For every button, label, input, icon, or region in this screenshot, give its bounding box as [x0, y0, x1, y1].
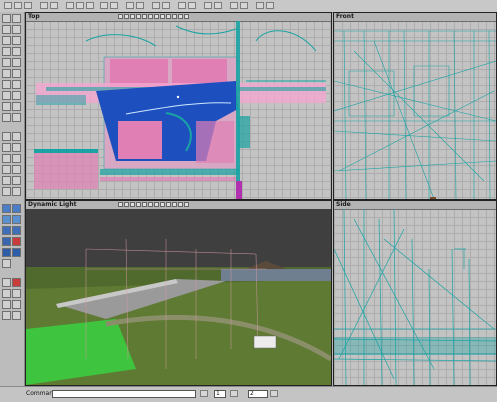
- environment-tool-icon[interactable]: [12, 289, 21, 298]
- join-tool-icon[interactable]: [2, 91, 11, 100]
- measure-tool-icon[interactable]: [12, 113, 21, 122]
- side-elevation-drawing: [334, 209, 496, 385]
- help-icon[interactable]: [266, 2, 274, 9]
- layers-icon[interactable]: [256, 2, 264, 9]
- polyline-tool-icon[interactable]: [2, 25, 11, 34]
- texture-tool-icon[interactable]: [2, 300, 11, 309]
- patch-tool-icon[interactable]: [12, 154, 21, 163]
- side-viewport[interactable]: Side: [333, 200, 497, 386]
- command-bar: Command: 1 2: [0, 386, 497, 402]
- triangle-tool-icon[interactable]: [2, 102, 11, 111]
- number-field[interactable]: 2: [248, 390, 268, 398]
- point-tool-icon[interactable]: [2, 14, 11, 23]
- group-tool-icon[interactable]: [2, 237, 11, 246]
- mesh-tool-icon[interactable]: [2, 204, 11, 213]
- command-history-icon[interactable]: [200, 390, 208, 397]
- surface-tool-icon[interactable]: [2, 132, 11, 141]
- sweep-tool-icon[interactable]: [2, 143, 11, 152]
- render-icon[interactable]: [204, 2, 212, 9]
- material-icon[interactable]: [188, 2, 196, 9]
- tool-palette: [0, 12, 25, 386]
- snap-toggle-icon[interactable]: [230, 390, 238, 397]
- properties-tool-icon[interactable]: [12, 248, 21, 257]
- top-plan-drawing: [34, 21, 326, 199]
- fillet-tool-icon[interactable]: [2, 69, 11, 78]
- command-input[interactable]: [52, 390, 196, 398]
- open-file-icon[interactable]: [14, 2, 22, 9]
- sphere-tool-icon[interactable]: [12, 176, 21, 185]
- trim-tool-icon[interactable]: [12, 69, 21, 78]
- animation-tool-icon[interactable]: [12, 300, 21, 309]
- box-tool-icon[interactable]: [2, 176, 11, 185]
- undo-icon[interactable]: [40, 2, 48, 9]
- confirm-icon[interactable]: [270, 390, 278, 397]
- curve-tool-icon[interactable]: [12, 25, 21, 34]
- new-file-icon[interactable]: [4, 2, 12, 9]
- light-tool-icon[interactable]: [2, 278, 11, 287]
- dynamic-light-viewport-title: Dynamic Light: [28, 201, 77, 208]
- loft-tool-icon[interactable]: [12, 132, 21, 141]
- cone-tool-icon[interactable]: [2, 165, 11, 174]
- snap-icon[interactable]: [136, 2, 144, 9]
- save-file-icon[interactable]: [24, 2, 32, 9]
- line-tool-icon[interactable]: [12, 14, 21, 23]
- scale-icon[interactable]: [110, 2, 118, 9]
- explode-tool-icon[interactable]: [12, 91, 21, 100]
- zoom-icon[interactable]: [214, 2, 222, 9]
- grid-icon[interactable]: [126, 2, 134, 9]
- front-viewport-title: Front: [336, 13, 354, 20]
- top-viewport-controls[interactable]: [118, 14, 190, 20]
- dynamic-viewport-controls[interactable]: [118, 202, 190, 208]
- analyze-tool-icon[interactable]: [2, 248, 11, 257]
- lasso-icon[interactable]: [76, 2, 84, 9]
- extrude-tool-icon[interactable]: [2, 154, 11, 163]
- camera-tool-icon[interactable]: [2, 259, 11, 268]
- text-icon[interactable]: [152, 2, 160, 9]
- array-tool-icon[interactable]: [12, 215, 21, 224]
- copy-tool-icon[interactable]: [12, 226, 21, 235]
- orbit-icon[interactable]: [240, 2, 248, 9]
- top-viewport-title: Top: [28, 13, 40, 20]
- render-mesh-tool-icon[interactable]: [12, 204, 21, 213]
- circle-tool-icon[interactable]: [2, 36, 11, 45]
- offset-tool-icon[interactable]: [12, 80, 21, 89]
- spotlight-tool-icon[interactable]: [12, 278, 21, 287]
- move-icon[interactable]: [86, 2, 94, 9]
- dynamic-light-viewport[interactable]: Dynamic Light: [25, 200, 332, 386]
- plugin-tool-icon[interactable]: [12, 311, 21, 320]
- render-tool-icon[interactable]: [2, 289, 11, 298]
- pan-icon[interactable]: [230, 2, 238, 9]
- torus-tool-icon[interactable]: [2, 187, 11, 196]
- top-viewport[interactable]: Top: [25, 12, 332, 200]
- rendered-scene: [26, 209, 331, 385]
- pipe-tool-icon[interactable]: [12, 187, 21, 196]
- side-viewport-title: Side: [336, 201, 351, 208]
- light-icon[interactable]: [178, 2, 186, 9]
- cylinder-tool-icon[interactable]: [12, 165, 21, 174]
- mirror-tool-icon[interactable]: [2, 226, 11, 235]
- polygon-tool-icon[interactable]: [12, 47, 21, 56]
- spline-tool-icon[interactable]: [12, 58, 21, 67]
- redo-icon[interactable]: [50, 2, 58, 9]
- select-icon[interactable]: [66, 2, 74, 9]
- rectangle-tool-icon[interactable]: [2, 47, 11, 56]
- camera-icon[interactable]: [162, 2, 170, 9]
- extend-tool-icon[interactable]: [2, 80, 11, 89]
- triangle2-tool-icon[interactable]: [2, 113, 11, 122]
- ellipse-tool-icon[interactable]: [2, 58, 11, 67]
- front-elevation-drawing: [334, 30, 496, 199]
- arc-tool-icon[interactable]: [12, 36, 21, 45]
- front-viewport[interactable]: Front: [333, 12, 497, 200]
- dimension-tool-icon[interactable]: [12, 102, 21, 111]
- transform-tool-icon[interactable]: [2, 215, 11, 224]
- layer-tool-icon[interactable]: [12, 237, 21, 246]
- rotate-icon[interactable]: [100, 2, 108, 9]
- revolve-tool-icon[interactable]: [12, 143, 21, 152]
- settings-tool-icon[interactable]: [2, 311, 11, 320]
- layer-field[interactable]: 1: [214, 390, 226, 398]
